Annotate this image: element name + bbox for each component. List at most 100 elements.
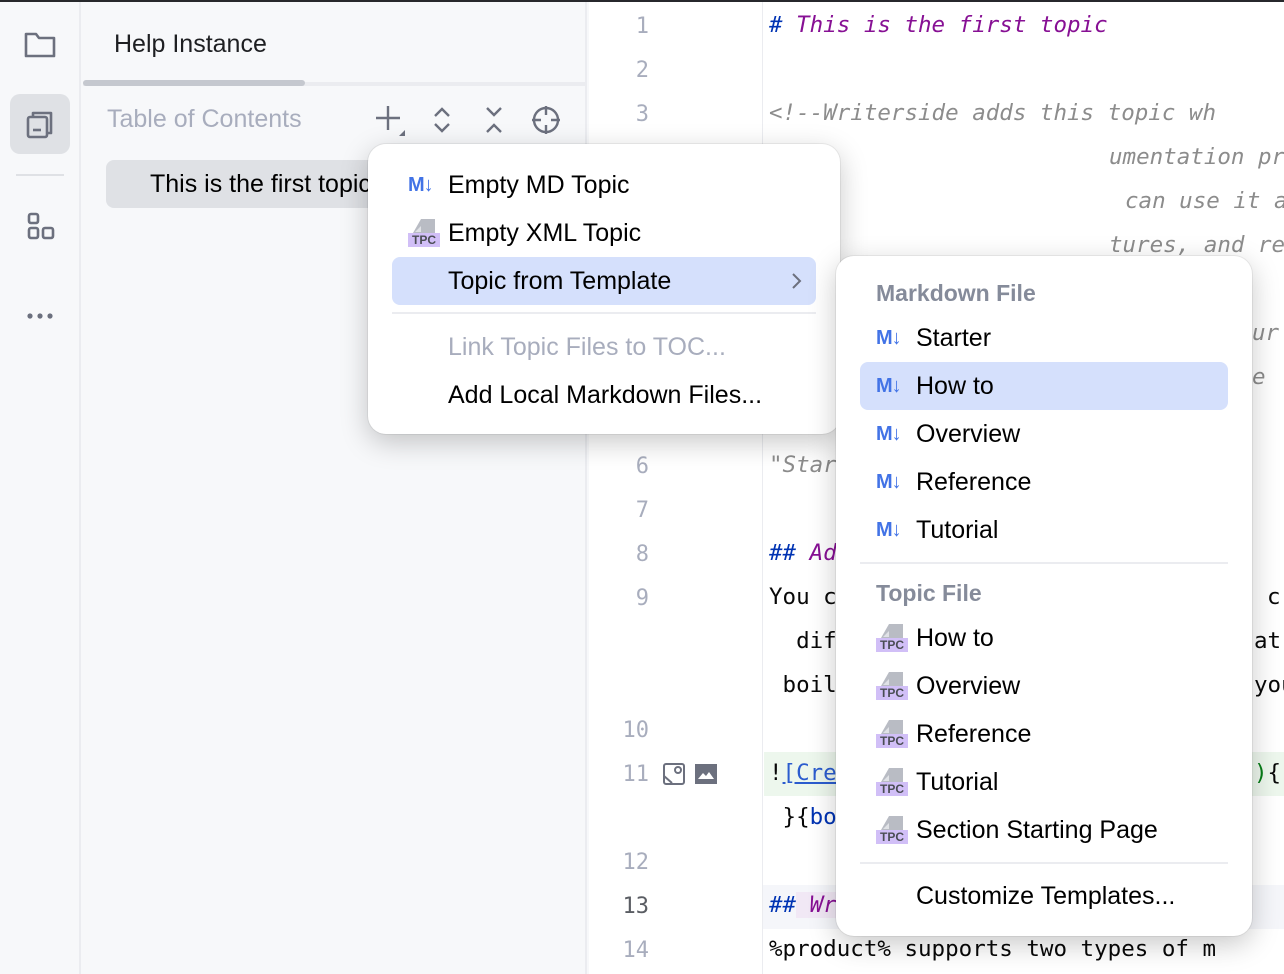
line-number: 14: [622, 938, 650, 963]
code-line-1: # This is the first topic: [769, 12, 1108, 38]
line-number: 3: [635, 102, 649, 127]
toc-tool-button[interactable]: [10, 94, 70, 154]
menu-item-label: Tutorial: [916, 768, 999, 796]
menu-item-tpc-how-to[interactable]: TPC How to: [860, 614, 1228, 662]
line-number: 8: [635, 542, 649, 567]
locate-icon: [532, 106, 560, 134]
markdown-icon: M↓: [408, 174, 434, 196]
code-line-4-fragment: ur: [1252, 320, 1280, 346]
code-line-9-right: you: [1254, 672, 1284, 698]
brace: {: [1267, 760, 1282, 786]
image-preview-icon[interactable]: [662, 762, 686, 786]
menu-item-empty-xml-topic[interactable]: TPC Empty XML Topic: [392, 209, 816, 257]
line-number: 2: [635, 58, 649, 83]
topic-file-icon: TPC: [876, 768, 908, 796]
menu-item-empty-md-topic[interactable]: M↓ Empty MD Topic: [392, 161, 816, 209]
markdown-icon: M↓: [876, 519, 902, 541]
menu-item-label: Add Local Markdown Files...: [448, 381, 763, 409]
markdown-icon: M↓: [876, 375, 902, 397]
tpc-tag: TPC: [876, 638, 908, 652]
menu-item-tpc-section-starting-page[interactable]: TPC Section Starting Page: [860, 806, 1228, 854]
topic-file-icon: TPC: [876, 816, 908, 844]
structure-tool-button[interactable]: [10, 196, 70, 256]
menu-item-md-tutorial[interactable]: M↓ Tutorial: [860, 506, 1228, 554]
code-line-6: "Star: [769, 452, 837, 478]
chevron-right-icon: [792, 273, 802, 289]
menu-item-tpc-reference[interactable]: TPC Reference: [860, 710, 1228, 758]
menu-item-md-how-to[interactable]: M↓ How to: [860, 362, 1228, 410]
topic-file-icon: TPC: [876, 624, 908, 652]
menu-item-label: Topic from Template: [448, 267, 672, 295]
menu-separator: [860, 862, 1228, 864]
image-alt-link[interactable]: [Cre: [783, 760, 837, 786]
tool-strip-separator: [16, 174, 64, 176]
line-number: 7: [635, 498, 649, 523]
menu-item-tpc-tutorial[interactable]: TPC Tutorial: [860, 758, 1228, 806]
locate-button[interactable]: [527, 100, 565, 140]
collapse-all-button[interactable]: [475, 100, 513, 140]
code-line-9: You c: [769, 584, 837, 610]
section-header-topic: Topic File: [876, 580, 982, 606]
menu-item-add-local-markdown[interactable]: Add Local Markdown Files...: [392, 371, 816, 419]
menu-item-link-topic-files: Link Topic Files to TOC...: [392, 323, 816, 371]
heading-text: Wr: [796, 892, 837, 918]
heading-text: Ad: [796, 540, 837, 566]
line-number: 11: [622, 762, 650, 787]
code-line-8: ## Ad: [769, 540, 837, 566]
topic-file-icon: TPC: [408, 219, 440, 247]
code-line-9-wrap: boil: [769, 672, 837, 698]
code-line-3-wrap: can use it as a sandbox to pl: [1125, 188, 1284, 214]
menu-item-label: Overview: [916, 672, 1021, 700]
heading-marker: ##: [769, 892, 797, 918]
menu-separator: [860, 562, 1228, 564]
markdown-icon: M↓: [876, 327, 902, 349]
menu-item-label: Starter: [916, 324, 992, 352]
topic-file-icon: TPC: [876, 672, 908, 700]
menu-item-topic-from-template[interactable]: Topic from Template: [392, 257, 816, 305]
folder-icon: [24, 32, 56, 58]
code-line-11-right: ){: [1254, 760, 1281, 786]
tpc-tag: TPC: [876, 686, 908, 700]
expand-all-icon: [434, 107, 450, 133]
menu-item-customize-templates[interactable]: Customize Templates...: [860, 872, 1228, 920]
line-number-current: 13: [622, 894, 650, 919]
more-tools-button[interactable]: [10, 276, 70, 336]
collapse-all-icon: [486, 107, 502, 133]
toc-toolbar: [371, 100, 565, 140]
code-line-3: <!--Writerside adds this topic wh: [769, 100, 1217, 126]
code-line-13: ## Wr: [769, 892, 837, 918]
topic-file-icon: TPC: [876, 720, 908, 748]
add-topic-button[interactable]: [371, 100, 409, 140]
panel-title: Help Instance: [114, 30, 267, 58]
brace: }{: [769, 804, 810, 830]
menu-item-tpc-overview[interactable]: TPC Overview: [860, 662, 1228, 710]
expand-all-button[interactable]: [423, 100, 461, 140]
menu-item-label: Link Topic Files to TOC...: [448, 333, 726, 361]
code-line-11: ![Cre: [769, 760, 837, 786]
tpc-tag: TPC: [876, 830, 908, 844]
tpc-tag: TPC: [876, 734, 908, 748]
add-topic-icon: [376, 106, 405, 136]
paren: ): [1254, 760, 1268, 786]
menu-item-label: Section Starting Page: [916, 816, 1158, 844]
menu-item-md-starter[interactable]: M↓ Starter: [860, 314, 1228, 362]
image-thumbnail-icon[interactable]: [694, 762, 718, 786]
tpc-tag: TPC: [408, 233, 440, 247]
tpc-tag: TPC: [876, 782, 908, 796]
menu-item-label: How to: [916, 372, 994, 400]
line-number: 6: [635, 454, 649, 479]
project-tool-button[interactable]: [10, 14, 70, 74]
code-line-3-wrap: tures, and remove it from the: [1109, 232, 1284, 258]
code-line-3-wrap: umentation project.: [1109, 144, 1284, 170]
more-horizontal-icon: [27, 313, 53, 319]
new-topic-menu: M↓ Empty MD Topic TPC Empty XML Topic To…: [368, 144, 840, 434]
code-line-11-wrap: }{bo: [769, 804, 837, 830]
image-bang: !: [769, 760, 783, 786]
tab-scroll-indicator[interactable]: [83, 80, 305, 86]
attribute-keyword: bo: [809, 804, 837, 830]
markdown-icon: M↓: [876, 471, 902, 493]
menu-item-md-overview[interactable]: M↓ Overview: [860, 410, 1228, 458]
structure-icon: [27, 212, 55, 240]
menu-item-md-reference[interactable]: M↓ Reference: [860, 458, 1228, 506]
tool-window-strip: [0, 2, 81, 974]
